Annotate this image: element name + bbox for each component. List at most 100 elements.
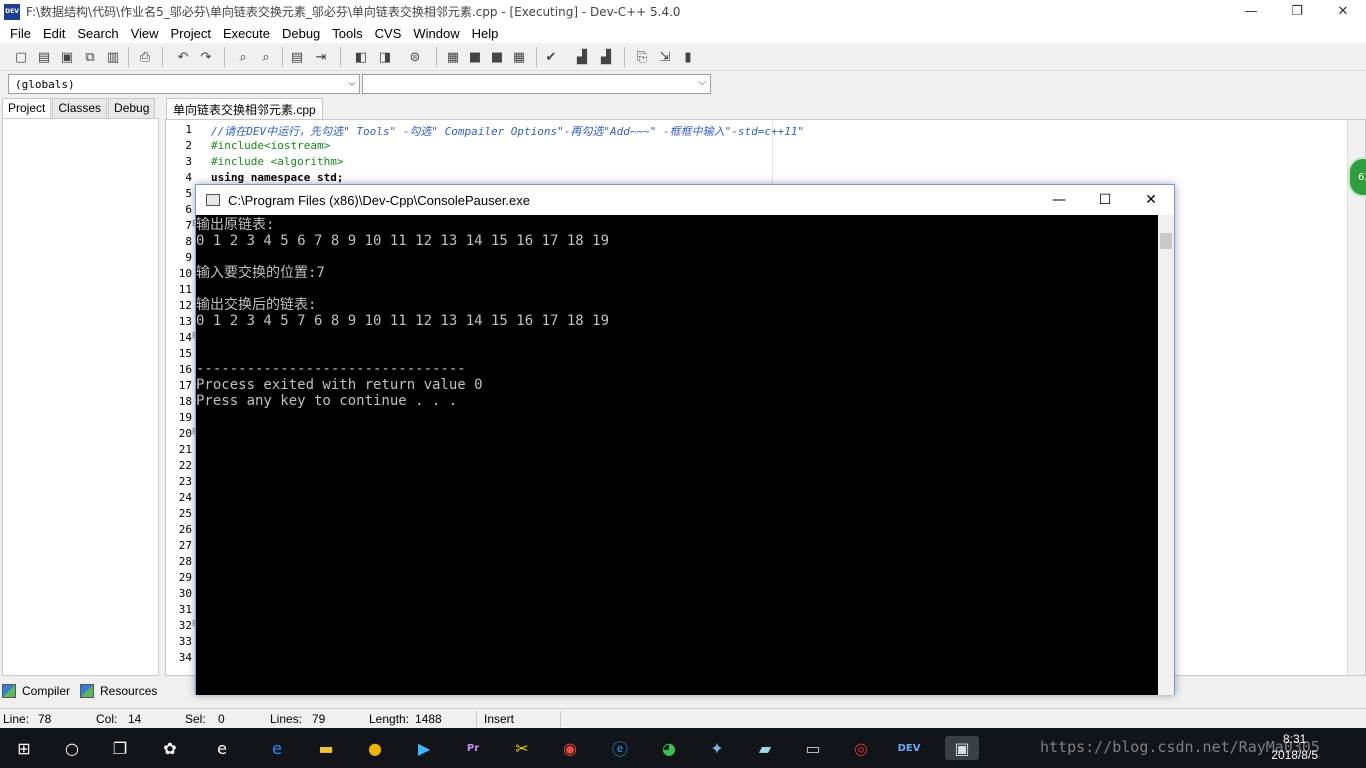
console-line: 输入要交换的位置:7 [196, 265, 325, 281]
console-output[interactable]: 输出原链表: 0 1 2 3 4 5 6 7 8 9 10 11 12 13 14… [196, 215, 1158, 695]
edge-icon[interactable]: e [265, 736, 289, 760]
tab-resources[interactable]: Resources [80, 684, 157, 698]
menu-cvs[interactable]: CVS [369, 26, 408, 41]
class-browser-icon[interactable]: ▮ [679, 48, 697, 66]
line-number: 21 [178, 443, 192, 456]
menu-help[interactable]: Help [466, 26, 505, 41]
console-window-icon[interactable]: ▣ [945, 736, 979, 760]
terminal-icon[interactable]: ▭ [801, 736, 825, 760]
find-icon[interactable]: ⌕ [234, 48, 252, 66]
chrome-icon[interactable]: ◉ [558, 736, 582, 760]
undo-icon[interactable]: ↶ [174, 48, 192, 66]
indent-right-icon[interactable]: ◨ [376, 48, 394, 66]
chevron-down-icon[interactable]: ⌵ [349, 77, 355, 88]
new-file-icon[interactable]: ▢ [12, 48, 30, 66]
tab-compiler[interactable]: Compiler [2, 684, 70, 698]
ie-icon[interactable]: e [210, 736, 234, 760]
menu-edit[interactable]: Edit [37, 26, 71, 41]
tab-debug[interactable]: Debug [108, 98, 156, 118]
status-separator [476, 711, 477, 727]
file-tab[interactable]: 单向链表交换相邻元素.cpp [166, 98, 323, 120]
indent-left-icon[interactable]: ◧ [352, 48, 370, 66]
close-button[interactable]: ✕ [1320, 0, 1366, 23]
browser-e-icon[interactable]: ⓔ [608, 736, 632, 760]
resources-icon [80, 684, 95, 698]
project-options-icon[interactable]: ⇲ [656, 48, 674, 66]
search-circle-icon[interactable]: ○ [60, 736, 84, 760]
system-clock[interactable]: 8:31 2018/8/5 [1271, 731, 1318, 763]
line-number: 7 [185, 219, 192, 232]
menu-window[interactable]: Window [407, 26, 465, 41]
run-icon[interactable]: ■ [466, 48, 484, 66]
tools-icon[interactable]: ✂ [510, 736, 534, 760]
line-number: 22 [178, 459, 192, 472]
rebuild-icon[interactable]: ▦ [510, 48, 528, 66]
save-all-icon[interactable]: ⧉ [81, 48, 99, 66]
status-length-value: 1488 [415, 712, 442, 726]
console-close-button[interactable]: ✕ [1128, 185, 1174, 215]
menu-tools[interactable]: Tools [326, 26, 368, 41]
line-number: 9 [185, 251, 192, 264]
code-line: #include <algorithm> [211, 155, 344, 168]
menu-view[interactable]: View [125, 26, 165, 41]
restore-button[interactable]: ❐ [1274, 0, 1320, 23]
function-combo[interactable]: ⌵ [362, 74, 711, 94]
line-number: 1 [185, 123, 192, 136]
line-number: 31 [178, 603, 192, 616]
devcpp-icon[interactable]: DEV [897, 736, 921, 760]
debug-icon[interactable]: ▟ [573, 48, 591, 66]
menu-search[interactable]: Search [71, 26, 124, 41]
syntax-check-icon[interactable]: ✔ [542, 48, 560, 66]
line-number: 17 [178, 379, 192, 392]
tab-classes[interactable]: Classes [52, 98, 108, 118]
line-number: 13 [178, 315, 192, 328]
toggle-comment-icon[interactable]: ⊜ [406, 48, 424, 66]
menu-file[interactable]: File [4, 26, 37, 41]
start-icon[interactable]: ⊞ [12, 736, 36, 760]
code-line: //请在DEV中运行，先勾选" Tools" -勾选" Compailer Op… [211, 125, 805, 138]
netease-music-icon[interactable]: ◎ [849, 736, 873, 760]
editor-vertical-scrollbar[interactable] [1347, 120, 1365, 675]
toolbar: ▢ ▤ ▣ ⧉ ▥ ⎙ ↶ ↷ ⌕ ⌕ ▤ ⇥ ◧ ◨ ⊜ ▦ ■ ■ ▦ ✔ … [0, 43, 1366, 71]
console-window[interactable]: C:\Program Files (x86)\Dev-Cpp\ConsolePa… [195, 184, 1175, 695]
toolbar-separator [282, 47, 283, 67]
console-line: 0 1 2 3 4 5 7 6 8 9 10 11 12 13 14 15 16… [196, 313, 610, 329]
tab-project[interactable]: Project [2, 98, 52, 118]
explorer-icon[interactable]: ▬ [314, 736, 338, 760]
line-number: 4 [185, 171, 192, 184]
print-icon[interactable]: ⎙ [136, 48, 154, 66]
save-icon[interactable]: ▣ [58, 48, 76, 66]
console-scroll-thumb[interactable] [1160, 233, 1172, 249]
line-number: 19 [178, 411, 192, 424]
console-title-bar[interactable]: C:\Program Files (x86)\Dev-Cpp\ConsolePa… [196, 185, 1174, 215]
bottom-tabs: Compiler Resources [2, 680, 167, 702]
notes-icon[interactable]: ▰ [753, 736, 777, 760]
find-next-icon[interactable]: ▤ [288, 48, 306, 66]
video-icon[interactable]: ▶ [412, 736, 436, 760]
minimize-button[interactable]: — [1228, 0, 1274, 23]
redo-icon[interactable]: ↷ [197, 48, 215, 66]
new-project-icon[interactable]: ⎘ [633, 48, 651, 66]
premiere-icon[interactable]: Pr [461, 736, 485, 760]
side-badge[interactable]: 62 [1348, 157, 1366, 197]
mysql-icon[interactable]: ✦ [705, 736, 729, 760]
console-minimize-button[interactable]: — [1036, 185, 1082, 215]
profile-icon[interactable]: ▟ [597, 48, 615, 66]
compile-icon[interactable]: ▦ [444, 48, 462, 66]
chevron-down-icon[interactable]: ⌵ [698, 77, 706, 88]
app-yellow-icon[interactable]: ● [363, 736, 387, 760]
menu-debug[interactable]: Debug [276, 26, 326, 41]
menu-project[interactable]: Project [165, 26, 217, 41]
scope-combo[interactable]: (globals) ⌵ [8, 74, 360, 94]
open-file-icon[interactable]: ▤ [35, 48, 53, 66]
task-view-icon[interactable]: ❐ [108, 736, 132, 760]
replace-icon[interactable]: ⌕ [257, 48, 275, 66]
console-maximize-button[interactable]: ☐ [1082, 185, 1128, 215]
app-flower-icon[interactable]: ✿ [158, 736, 182, 760]
close-file-icon[interactable]: ▥ [104, 48, 122, 66]
wechat-icon[interactable]: ◕ [657, 736, 681, 760]
compile-run-icon[interactable]: ■ [488, 48, 506, 66]
console-scrollbar[interactable] [1158, 215, 1174, 695]
goto-line-icon[interactable]: ⇥ [312, 48, 330, 66]
menu-execute[interactable]: Execute [217, 26, 276, 41]
